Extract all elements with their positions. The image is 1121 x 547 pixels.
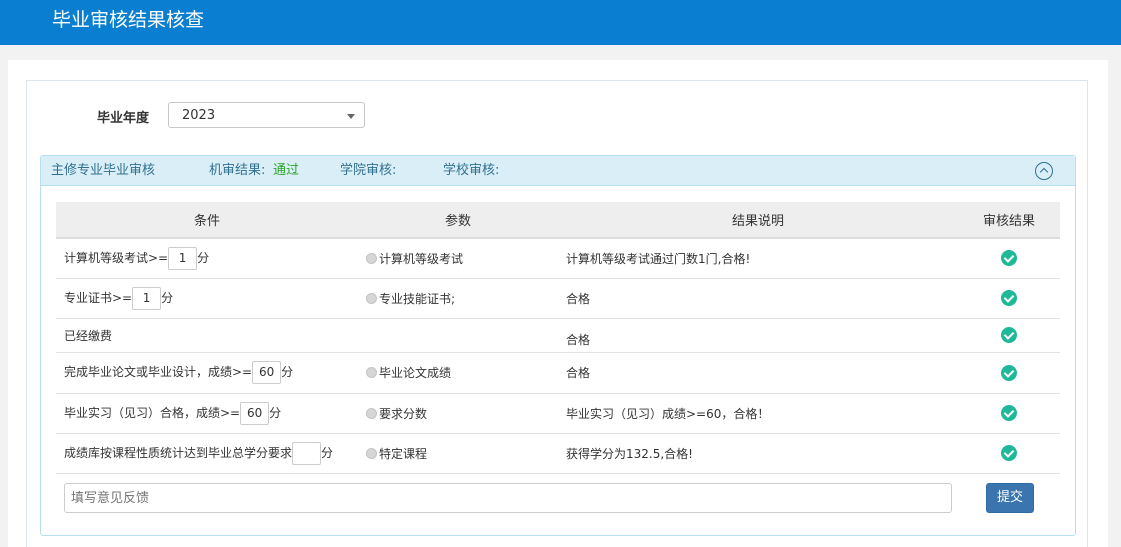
audit-result-cell bbox=[958, 433, 1060, 474]
threshold-input[interactable]: 60 bbox=[240, 401, 270, 425]
parameter-cell: 专业技能证书; bbox=[358, 278, 558, 319]
audit-result-cell bbox=[958, 352, 1060, 394]
parameter-cell: 计算机等级考试 bbox=[358, 238, 558, 279]
audit-result-cell bbox=[958, 318, 1060, 353]
parameter-cell bbox=[358, 318, 558, 353]
result-cell: 合格 bbox=[558, 318, 958, 353]
table-row: 成绩库按课程性质统计达到毕业总学分要求分 特定课程 获得学分为132.5,合格! bbox=[56, 433, 1060, 474]
column-header-result-desc: 结果说明 bbox=[558, 202, 958, 239]
parameter-cell: 特定课程 bbox=[358, 433, 558, 474]
audit-panel: 主修专业毕业审核 机审结果: 通过 学院审核: 学校审核: 条件 参数 结果说明… bbox=[40, 155, 1076, 536]
radio-icon bbox=[366, 407, 377, 419]
result-cell: 获得学分为132.5,合格! bbox=[558, 433, 958, 474]
panel-title: 主修专业毕业审核 bbox=[51, 163, 156, 178]
parameter-cell: 毕业论文成绩 bbox=[358, 352, 558, 394]
check-circle-icon bbox=[1001, 290, 1017, 306]
condition-cell: 完成毕业论文或毕业设计，成绩>= 60 分 bbox=[56, 352, 358, 394]
audit-result-cell bbox=[958, 393, 1060, 434]
threshold-input[interactable]: 1 bbox=[132, 286, 162, 310]
table-row: 已经缴费 合格 bbox=[56, 318, 1060, 353]
radio-icon bbox=[366, 447, 377, 459]
audit-table: 条件 参数 结果说明 审核结果 计算机等级考试>= 1 分 计算机等级考试 计算机等… bbox=[56, 202, 1060, 474]
result-cell: 合格 bbox=[558, 352, 958, 394]
result-cell: 计算机等级考试通过门数1门,合格! bbox=[558, 238, 958, 279]
machine-review-label: 机审结果: bbox=[209, 163, 266, 178]
submit-button[interactable]: 提交 bbox=[986, 483, 1034, 513]
page-body: 毕业年度 2023 主修专业毕业审核 机审结果: 通过 学院审核: 学校审核: … bbox=[8, 60, 1108, 547]
check-circle-icon bbox=[1001, 250, 1017, 267]
check-circle-icon bbox=[1001, 405, 1017, 421]
year-label: 毕业年度 bbox=[97, 111, 150, 126]
check-circle-icon bbox=[1001, 445, 1017, 461]
condition-cell: 计算机等级考试>= 1 分 bbox=[56, 238, 358, 279]
chevron-down-icon bbox=[347, 114, 355, 119]
college-review-label: 学院审核: bbox=[340, 163, 397, 178]
table-row: 专业证书>= 1 分 专业技能证书; 合格 bbox=[56, 278, 1060, 319]
threshold-input[interactable]: 60 bbox=[252, 361, 282, 384]
check-circle-icon bbox=[1001, 327, 1017, 343]
condition-cell: 毕业实习（见习）合格，成绩>= 60 分 bbox=[56, 393, 358, 434]
radio-icon bbox=[366, 252, 377, 264]
page-title: 毕业审核结果核查 bbox=[52, 9, 205, 31]
condition-cell: 成绩库按课程性质统计达到毕业总学分要求分 bbox=[56, 433, 358, 474]
condition-cell: 已经缴费 bbox=[56, 318, 358, 353]
column-header-parameter: 参数 bbox=[358, 202, 558, 239]
parameter-cell: 要求分数 bbox=[358, 393, 558, 434]
audit-result-cell bbox=[958, 278, 1060, 319]
check-circle-icon bbox=[1001, 364, 1017, 381]
table-header-row: 条件 参数 结果说明 审核结果 bbox=[56, 202, 1060, 239]
content-area: 毕业年度 2023 主修专业毕业审核 机审结果: 通过 学院审核: 学校审核: … bbox=[26, 80, 1088, 547]
column-header-audit-result: 审核结果 bbox=[958, 202, 1060, 239]
result-cell: 毕业实习（见习）成绩>=60，合格！ bbox=[558, 393, 958, 434]
table-row: 计算机等级考试>= 1 分 计算机等级考试 计算机等级考试通过门数1门,合格! bbox=[56, 238, 1060, 279]
feedback-input[interactable] bbox=[64, 483, 952, 513]
result-cell: 合格 bbox=[558, 278, 958, 319]
year-select[interactable]: 2023 bbox=[168, 102, 365, 128]
school-review-label: 学校审核: bbox=[443, 163, 500, 178]
machine-review-status: 通过 bbox=[273, 163, 300, 178]
year-select-value: 2023 bbox=[182, 108, 216, 123]
radio-icon bbox=[366, 292, 377, 304]
audit-result-cell bbox=[958, 238, 1060, 279]
collapse-toggle-icon[interactable] bbox=[1035, 162, 1053, 180]
panel-header: 主修专业毕业审核 机审结果: 通过 学院审核: 学校审核: bbox=[41, 156, 1075, 186]
threshold-input[interactable] bbox=[292, 441, 322, 465]
radio-icon bbox=[366, 367, 377, 378]
top-bar: 毕业审核结果核查 bbox=[0, 0, 1121, 45]
condition-cell: 专业证书>= 1 分 bbox=[56, 278, 358, 319]
table-row: 完成毕业论文或毕业设计，成绩>= 60 分 毕业论文成绩 合格 bbox=[56, 352, 1060, 394]
table-row: 毕业实习（见习）合格，成绩>= 60 分 要求分数 毕业实习（见习）成绩>=60，合… bbox=[56, 393, 1060, 434]
threshold-input[interactable]: 1 bbox=[168, 246, 198, 270]
column-header-condition: 条件 bbox=[56, 202, 358, 239]
